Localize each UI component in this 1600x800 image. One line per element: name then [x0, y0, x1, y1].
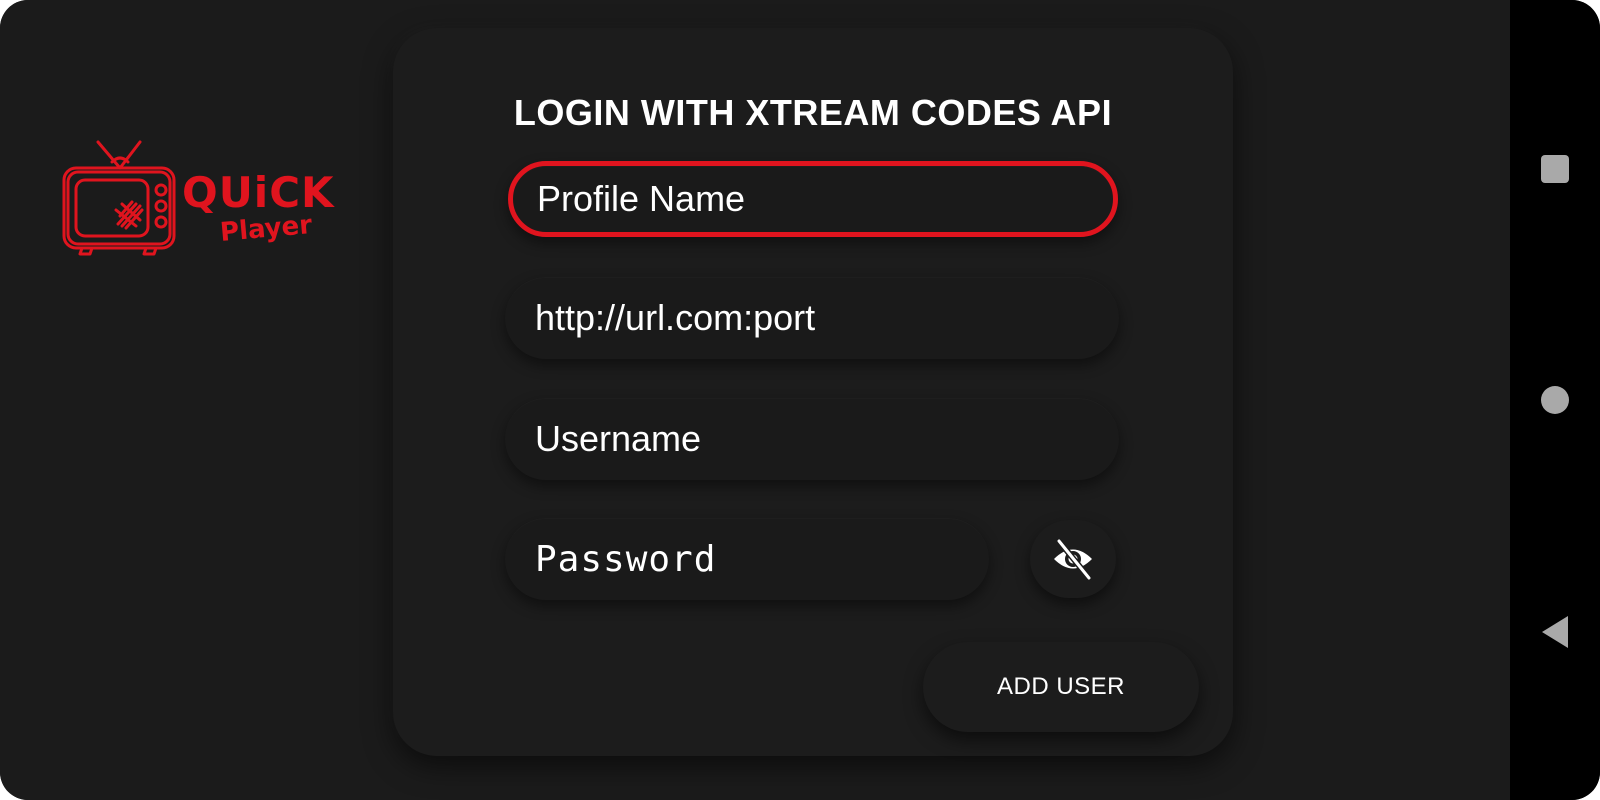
url-input[interactable]: http://url.com:port: [505, 277, 1119, 359]
app-logo: QUiCK Player: [60, 140, 350, 265]
recents-icon[interactable]: [1541, 155, 1569, 183]
toggle-password-visibility-button[interactable]: [1030, 520, 1116, 598]
eye-off-icon: [1054, 538, 1092, 581]
system-nav-bar: [1510, 0, 1600, 800]
app-area: QUiCK Player LOGIN WITH XTREAM CODES API…: [0, 0, 1510, 800]
username-input[interactable]: Username: [505, 398, 1119, 480]
url-placeholder: http://url.com:port: [535, 297, 816, 338]
login-title: LOGIN WITH XTREAM CODES API: [513, 92, 1113, 133]
logo-text-player: Player: [218, 210, 314, 248]
device-screen: QUiCK Player LOGIN WITH XTREAM CODES API…: [0, 0, 1600, 800]
tv-icon: [62, 140, 176, 256]
add-user-button[interactable]: ADD USER: [923, 642, 1199, 732]
profile-name-placeholder: Profile Name: [537, 178, 746, 219]
profile-name-input[interactable]: Profile Name: [508, 161, 1118, 237]
username-placeholder: Username: [535, 418, 702, 459]
login-card: LOGIN WITH XTREAM CODES API Profile Name…: [393, 28, 1233, 756]
back-icon[interactable]: [1542, 616, 1568, 648]
password-placeholder: Password: [535, 538, 717, 580]
logo-text-quick: QUiCK: [182, 168, 335, 217]
home-icon[interactable]: [1541, 386, 1569, 414]
password-input[interactable]: Password: [505, 518, 989, 600]
